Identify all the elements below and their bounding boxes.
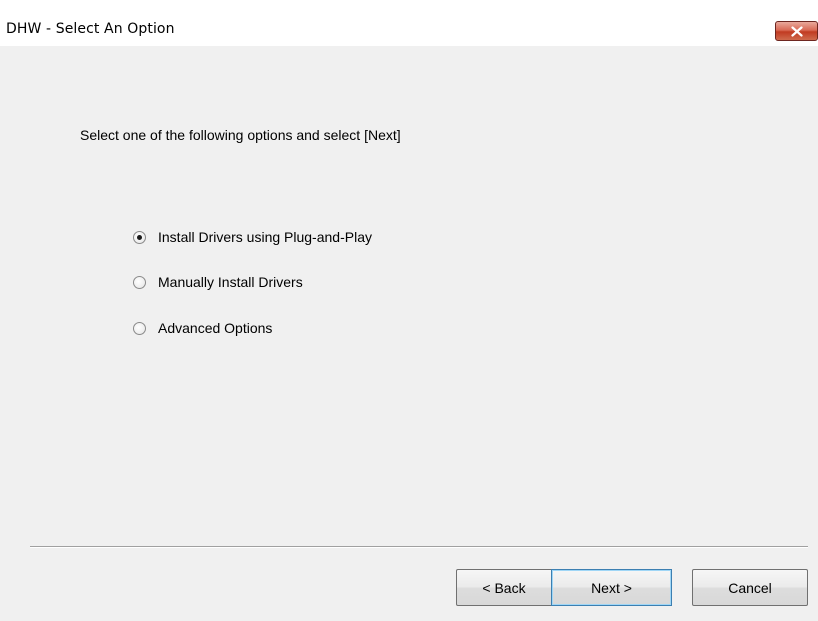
option-manual-install[interactable]: Manually Install Drivers	[133, 272, 303, 292]
option-label: Advanced Options	[158, 320, 273, 336]
dialog-body: Select one of the following options and …	[0, 46, 818, 621]
dialog-window: DHW - Select An Option Select one of the…	[0, 0, 818, 621]
footer-separator	[30, 546, 808, 548]
instruction-text: Select one of the following options and …	[80, 127, 401, 143]
cancel-button[interactable]: Cancel	[692, 569, 808, 606]
back-button[interactable]: < Back	[456, 569, 552, 606]
radio-plug-and-play[interactable]	[133, 230, 146, 244]
title-bar[interactable]: DHW - Select An Option	[0, 0, 818, 46]
option-label: Install Drivers using Plug-and-Play	[158, 229, 372, 245]
close-button[interactable]	[775, 21, 818, 41]
option-advanced[interactable]: Advanced Options	[133, 318, 272, 338]
option-label: Manually Install Drivers	[158, 274, 303, 290]
next-button[interactable]: Next >	[551, 569, 672, 606]
option-plug-and-play[interactable]: Install Drivers using Plug-and-Play	[133, 227, 372, 247]
radio-advanced[interactable]	[133, 321, 146, 335]
window-title: DHW - Select An Option	[6, 21, 175, 37]
radio-manual-install[interactable]	[133, 275, 146, 289]
close-icon	[791, 26, 803, 37]
